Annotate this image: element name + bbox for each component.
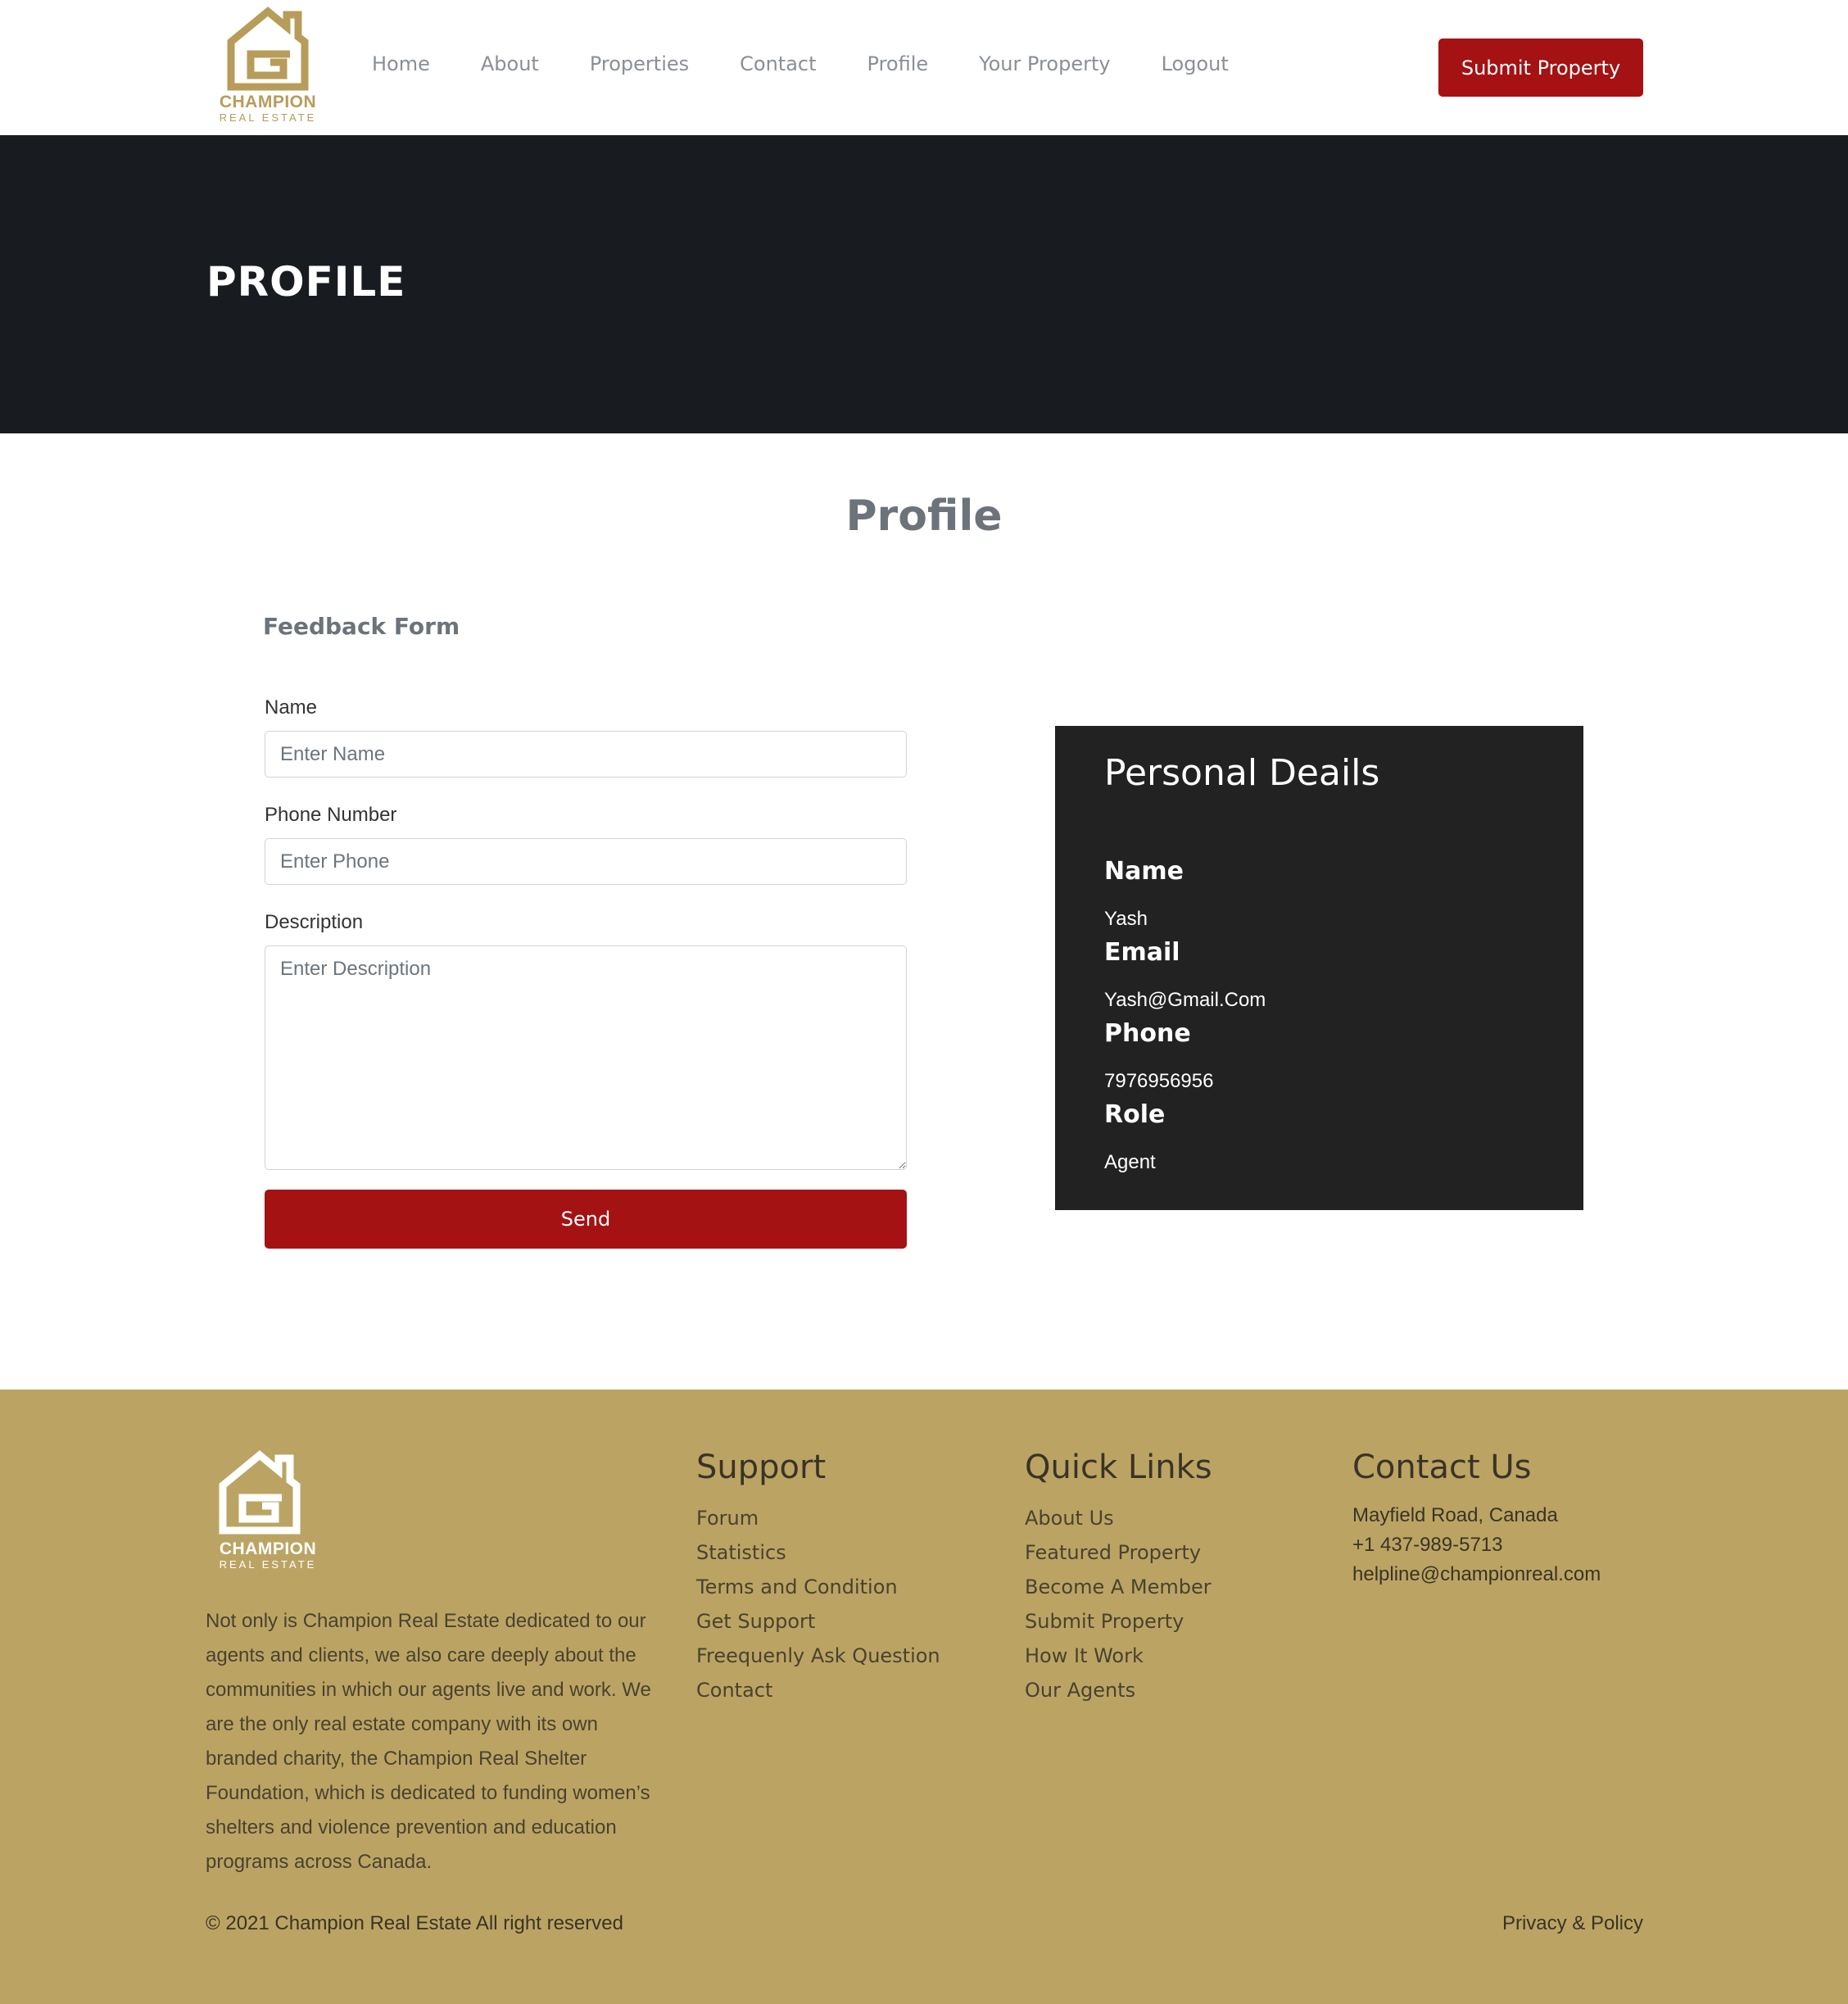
brand-name: CHAMPION bbox=[219, 93, 317, 111]
page-title: Profile bbox=[845, 492, 1003, 541]
footer-contact-column: Contact Us Mayfield Road, Canada +1 437-… bbox=[1352, 1449, 1601, 1589]
detail-phone-value: 7976956956 bbox=[1104, 1070, 1214, 1092]
support-link-contact[interactable]: Contact bbox=[696, 1673, 940, 1707]
footer-support-column: Support Forum Statistics Terms and Condi… bbox=[696, 1449, 940, 1707]
quick-link-featured-property[interactable]: Featured Property bbox=[1025, 1535, 1212, 1570]
footer-brand-tagline: REAL ESTATE bbox=[219, 1558, 317, 1571]
support-link-get-support[interactable]: Get Support bbox=[696, 1604, 940, 1639]
detail-email-value: Yash@Gmail.Com bbox=[1104, 989, 1266, 1011]
contact-email: helpline@championreal.com bbox=[1352, 1563, 1601, 1585]
quick-link-our-agents[interactable]: Our Agents bbox=[1025, 1673, 1212, 1707]
brand-logo[interactable]: CHAMPION REAL ESTATE bbox=[215, 5, 321, 131]
support-link-statistics[interactable]: Statistics bbox=[696, 1535, 940, 1570]
hero-title: PROFILE bbox=[206, 258, 406, 306]
footer-quick-links-column: Quick Links About Us Featured Property B… bbox=[1025, 1449, 1212, 1707]
contact-phone: +1 437-989-5713 bbox=[1352, 1534, 1503, 1556]
footer-about-text: Not only is Champion Real Estate dedicat… bbox=[206, 1610, 651, 1873]
brand-tagline: REAL ESTATE bbox=[219, 111, 317, 124]
quick-links-heading: Quick Links bbox=[1025, 1449, 1212, 1486]
footer-brand-name: CHAMPION bbox=[219, 1539, 317, 1558]
support-link-forum[interactable]: Forum bbox=[696, 1501, 940, 1535]
support-heading: Support bbox=[696, 1449, 827, 1486]
detail-name-label: Name bbox=[1104, 857, 1184, 886]
detail-role-label: Role bbox=[1104, 1100, 1166, 1129]
house-logo-icon bbox=[227, 7, 309, 91]
detail-role-value: Agent bbox=[1104, 1151, 1156, 1173]
site-header: CHAMPION REAL ESTATE Home About Properti… bbox=[0, 0, 1848, 135]
contact-heading: Contact Us bbox=[1352, 1449, 1532, 1486]
phone-label: Phone Number bbox=[265, 804, 397, 826]
quick-link-submit-property[interactable]: Submit Property bbox=[1025, 1604, 1212, 1639]
quick-link-become-member[interactable]: Become A Member bbox=[1025, 1570, 1212, 1604]
contact-address: Mayfield Road, Canada bbox=[1352, 1504, 1558, 1526]
nav-profile[interactable]: Profile bbox=[867, 52, 929, 75]
hero-banner: PROFILE bbox=[0, 135, 1848, 433]
detail-name-value: Yash bbox=[1104, 908, 1148, 930]
description-textarea[interactable] bbox=[265, 945, 907, 1170]
quick-link-about-us[interactable]: About Us bbox=[1025, 1501, 1212, 1535]
feedback-form: Name Phone Number Description Send bbox=[265, 696, 907, 1249]
description-label: Description bbox=[265, 911, 364, 933]
name-input[interactable] bbox=[265, 731, 907, 778]
footer-logo[interactable]: CHAMPION REAL ESTATE bbox=[215, 1449, 321, 1575]
feedback-form-title: Feedback Form bbox=[263, 613, 460, 640]
quick-link-how-it-work[interactable]: How It Work bbox=[1025, 1639, 1212, 1673]
support-link-faq[interactable]: Freequenly Ask Question bbox=[696, 1639, 940, 1673]
site-footer: CHAMPION REAL ESTATE Not only is Champio… bbox=[0, 1390, 1848, 2004]
support-link-terms[interactable]: Terms and Condition bbox=[696, 1570, 940, 1604]
detail-email-label: Email bbox=[1104, 938, 1180, 967]
phone-input[interactable] bbox=[265, 838, 907, 885]
name-label: Name bbox=[265, 696, 318, 719]
main-nav: Home About Properties Contact Profile Yo… bbox=[372, 52, 1280, 75]
send-button[interactable]: Send bbox=[265, 1190, 907, 1249]
nav-contact[interactable]: Contact bbox=[740, 52, 816, 75]
house-logo-icon bbox=[219, 1450, 301, 1535]
detail-phone-label: Phone bbox=[1104, 1019, 1191, 1048]
nav-your-property[interactable]: Your Property bbox=[979, 52, 1110, 75]
nav-properties[interactable]: Properties bbox=[590, 52, 689, 75]
nav-about[interactable]: About bbox=[481, 52, 539, 75]
nav-home[interactable]: Home bbox=[372, 52, 430, 75]
nav-logout[interactable]: Logout bbox=[1162, 52, 1229, 75]
personal-details-title: Personal Deails bbox=[1104, 752, 1380, 794]
personal-details-card: Personal Deails Name Yash Email Yash@Gma… bbox=[1055, 726, 1583, 1210]
submit-property-button[interactable]: Submit Property bbox=[1438, 39, 1643, 97]
privacy-policy-link[interactable]: Privacy & Policy bbox=[1502, 1912, 1643, 1935]
copyright-text: © 2021 Champion Real Estate All right re… bbox=[206, 1912, 623, 1934]
